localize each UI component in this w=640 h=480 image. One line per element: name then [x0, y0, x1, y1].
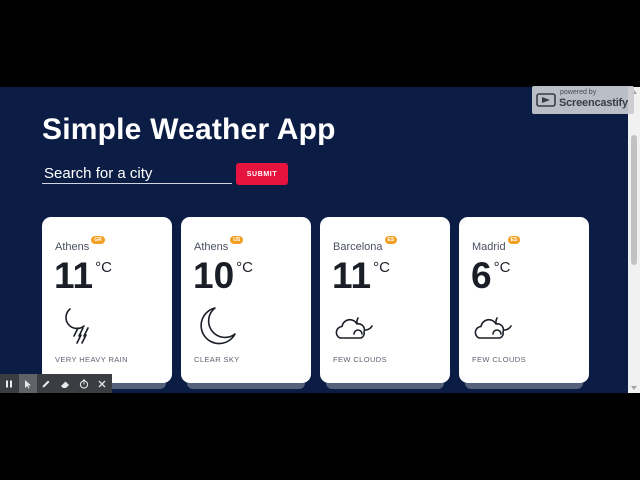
city-name-row: AthensUS: [194, 236, 244, 253]
screencastify-logo-icon: [536, 93, 556, 107]
country-badge: ES: [507, 236, 521, 244]
cloudy-night-icon: [471, 304, 517, 348]
search-input[interactable]: [42, 163, 232, 184]
pause-icon[interactable]: [0, 374, 19, 393]
app-viewport: Simple Weather App SUBMIT AthensGR 11°C: [0, 87, 640, 393]
eraser-icon[interactable]: [56, 374, 75, 393]
watermark-powered-by: powered by: [560, 89, 597, 96]
temperature-value: 10: [193, 255, 235, 296]
page-scrollbar[interactable]: [628, 87, 640, 393]
weather-description: FEW CLOUDS: [333, 355, 388, 364]
scroll-thumb[interactable]: [631, 135, 637, 265]
temperature-unit: °C: [95, 259, 112, 276]
city-card[interactable]: AthensGR 11 °C VERY HEAVY RAIN: [42, 217, 172, 389]
close-icon[interactable]: [93, 374, 112, 393]
submit-button[interactable]: SUBMIT: [236, 163, 288, 185]
watermark-brand: Screencastify: [559, 97, 628, 109]
country-badge: GR: [91, 236, 105, 244]
temperature-value: 11: [54, 255, 94, 296]
heavy-rain-icon: [54, 304, 100, 348]
city-name-row: BarcelonaES: [333, 236, 398, 253]
city-card[interactable]: MadridES 6 °C FEW CLOUDS: [459, 217, 589, 389]
city-list: AthensGR 11 °C VERY HEAVY RAIN AthensUS …: [42, 217, 602, 393]
city-name-row: MadridES: [472, 236, 521, 253]
temperature: 11 °C: [54, 257, 112, 297]
temperature-value: 6: [471, 255, 492, 296]
temperature: 10 °C: [193, 257, 253, 297]
temperature: 11 °C: [332, 257, 390, 297]
temperature-value: 11: [332, 255, 372, 296]
cloudy-night-icon: [332, 304, 378, 348]
page-title: Simple Weather App: [42, 113, 336, 146]
temperature-unit: °C: [493, 259, 511, 276]
city-name: Barcelona: [333, 241, 383, 253]
cursor-icon[interactable]: [18, 374, 38, 393]
temperature-unit: °C: [373, 259, 390, 276]
weather-description: FEW CLOUDS: [472, 355, 527, 364]
country-badge: US: [230, 236, 244, 244]
weather-description: CLEAR SKY: [194, 355, 240, 364]
weather-description: VERY HEAVY RAIN: [55, 355, 128, 364]
temperature-unit: °C: [236, 259, 253, 276]
recorder-toolbar: [0, 374, 112, 393]
pen-icon[interactable]: [37, 374, 56, 393]
city-name: Madrid: [472, 241, 506, 253]
city-card[interactable]: AthensUS 10 °C CLEAR SKY: [181, 217, 311, 389]
screencastify-watermark: powered by Screencastify: [532, 86, 634, 114]
country-badge: ES: [384, 236, 398, 244]
timer-icon[interactable]: [74, 374, 93, 393]
scroll-down-icon[interactable]: [631, 386, 637, 390]
moon-icon: [193, 304, 239, 348]
city-name-row: AthensGR: [55, 236, 105, 253]
search-form: SUBMIT: [42, 163, 292, 187]
city-name: Athens: [55, 241, 90, 253]
temperature: 6 °C: [471, 257, 510, 297]
city-name: Athens: [194, 241, 229, 253]
city-card[interactable]: BarcelonaES 11 °C FEW CLOUDS: [320, 217, 450, 389]
